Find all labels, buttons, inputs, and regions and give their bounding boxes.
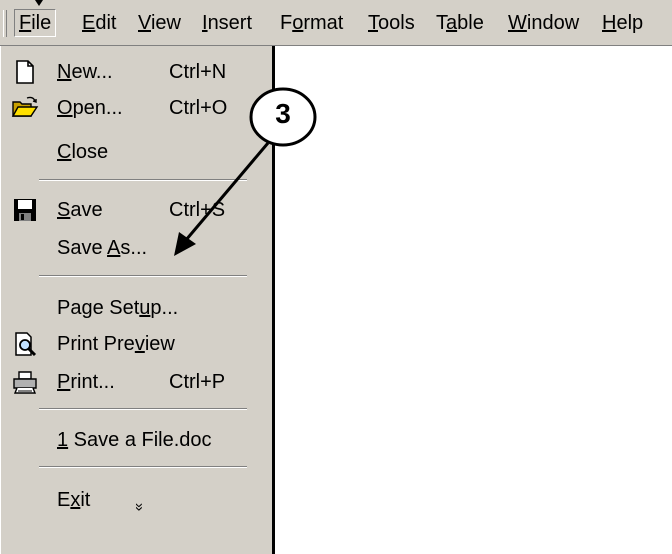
- menu-separator: [39, 466, 247, 468]
- menu-item-save-as[interactable]: Save As...: [1, 230, 271, 266]
- menu-view[interactable]: View: [134, 9, 185, 37]
- menu-file[interactable]: File: [14, 9, 57, 37]
- menu-tools[interactable]: Tools: [364, 9, 419, 37]
- menu-item-print-preview[interactable]: Print Preview: [1, 326, 271, 362]
- shortcut-label: Ctrl+N: [169, 61, 227, 83]
- menu-item-open[interactable]: Open... Ctrl+O: [1, 90, 271, 126]
- menu-insert[interactable]: Insert: [198, 9, 256, 37]
- menu-item-recent-file[interactable]: 1 Save a File.doc: [1, 422, 271, 458]
- menu-item-page-setup[interactable]: Page Setup...: [1, 290, 271, 326]
- print-preview-icon: [11, 330, 39, 358]
- floppy-disk-icon: [11, 196, 39, 224]
- menu-window[interactable]: Window: [504, 9, 583, 37]
- menu-item-close[interactable]: Close: [1, 134, 271, 170]
- menu-table[interactable]: Table: [432, 9, 488, 37]
- open-folder-icon: [11, 94, 39, 122]
- mouse-pointer-icon: [31, 0, 47, 6]
- menu-help[interactable]: Help: [598, 9, 647, 37]
- expand-menu-chevron-icon[interactable]: »: [131, 498, 148, 516]
- file-menu-dropdown: New... Ctrl+N Open... Ctrl+O Close Save …: [0, 46, 275, 554]
- shortcut-label: Ctrl+O: [169, 97, 228, 119]
- toolbar-grip-handle[interactable]: [3, 10, 7, 37]
- shortcut-label: Ctrl+P: [169, 371, 226, 393]
- menu-edit[interactable]: Edit: [78, 9, 120, 37]
- menu-item-save[interactable]: Save Ctrl+S: [1, 192, 271, 228]
- menu-separator: [39, 408, 247, 410]
- new-document-icon: [11, 58, 39, 86]
- menu-bar: File Edit View Insert Format Tools Table…: [0, 0, 672, 46]
- menu-item-print[interactable]: Print... Ctrl+P: [1, 364, 271, 400]
- menu-separator: [39, 275, 247, 277]
- shortcut-label: Ctrl+S: [169, 199, 226, 221]
- menu-format[interactable]: Format: [276, 9, 347, 37]
- printer-icon: [11, 368, 39, 396]
- callout-number: 3: [275, 98, 291, 129]
- menu-item-new[interactable]: New... Ctrl+N: [1, 54, 271, 90]
- menu-separator: [39, 179, 247, 181]
